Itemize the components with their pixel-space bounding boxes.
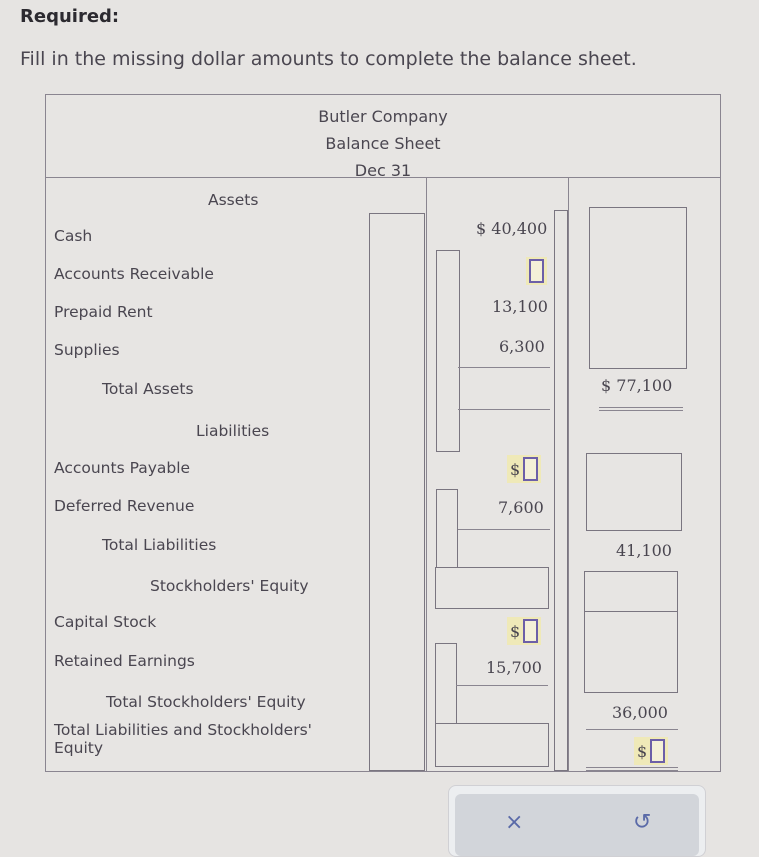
- total-assets-value: $ 77,100: [601, 376, 673, 395]
- section-assets: Assets: [208, 191, 259, 209]
- cash-label: Cash: [54, 227, 93, 245]
- total-rule: [586, 729, 678, 730]
- column-frame: [369, 213, 425, 771]
- sheet-date: Dec 31: [354, 161, 412, 180]
- capital-stock-input[interactable]: [523, 619, 539, 643]
- total-liabilities-label: Total Liabilities: [102, 536, 217, 554]
- prepaid-rent-label: Prepaid Rent: [54, 303, 153, 321]
- total-equity-label: Total Stockholders' Equity: [106, 693, 306, 711]
- supplies-value: 6,300: [499, 337, 545, 356]
- action-bar-inner: × ↺: [455, 794, 699, 856]
- retained-earnings-label: Retained Earnings: [54, 652, 195, 670]
- column-frame: [554, 210, 568, 771]
- total-assets-label: Total Assets: [102, 380, 194, 398]
- clear-icon[interactable]: ×: [505, 810, 523, 835]
- double-rule: [586, 767, 678, 771]
- bracket-frame: [436, 250, 460, 452]
- subtotal-rule: [458, 409, 550, 410]
- capital-stock-input-wrap[interactable]: $: [507, 617, 542, 645]
- sheet-title: Balance Sheet: [325, 134, 441, 153]
- row-frame: [435, 723, 549, 767]
- subtotal-rule: [458, 367, 550, 368]
- total-equity-value: 36,000: [612, 703, 668, 722]
- subtotal-rule: [456, 685, 548, 686]
- row-frame: [584, 611, 678, 693]
- balance-sheet-table: Butler Company Balance Sheet Dec 31 Asse…: [45, 94, 721, 772]
- instruction-text: Fill in the missing dollar amounts to co…: [20, 48, 637, 70]
- double-rule: [599, 407, 683, 411]
- required-heading: Required:: [20, 6, 120, 27]
- supplies-label: Supplies: [54, 341, 120, 359]
- capital-stock-label: Capital Stock: [54, 613, 157, 631]
- liabilities-total-frame: [586, 453, 682, 531]
- row-frame: [584, 571, 678, 613]
- accounts-receivable-label: Accounts Receivable: [54, 265, 214, 283]
- deferred-revenue-value: 7,600: [498, 498, 544, 517]
- column-divider: [426, 177, 427, 771]
- company-name: Butler Company: [318, 107, 448, 126]
- accounts-receivable-input-wrap[interactable]: [526, 257, 547, 285]
- reset-icon[interactable]: ↺: [633, 810, 651, 835]
- sheet-header: Butler Company Balance Sheet Dec 31: [46, 95, 720, 180]
- accounts-payable-input-wrap[interactable]: $: [507, 455, 542, 483]
- bracket-frame: [435, 643, 457, 725]
- grand-total-input[interactable]: [650, 739, 666, 763]
- cash-value: $ 40,400: [476, 219, 548, 238]
- accounts-payable-label: Accounts Payable: [54, 459, 191, 477]
- section-equity: Stockholders' Equity: [150, 577, 309, 595]
- retained-earnings-value: 15,700: [486, 658, 542, 677]
- dollar-sign: $: [510, 621, 521, 641]
- row-frame: [435, 567, 549, 609]
- grand-total-label: Total Liabilities and Stockholders' Equi…: [54, 721, 312, 757]
- dollar-sign: $: [637, 741, 648, 761]
- dollar-sign: $: [510, 459, 521, 479]
- deferred-revenue-label: Deferred Revenue: [54, 497, 195, 515]
- total-liabilities-value: 41,100: [616, 541, 672, 560]
- grand-total-input-wrap[interactable]: $: [634, 737, 669, 765]
- action-bar: × ↺: [448, 785, 706, 857]
- prepaid-rent-value: 13,100: [492, 297, 548, 316]
- bracket-frame: [436, 489, 458, 569]
- subtotal-rule: [458, 529, 550, 530]
- assets-total-frame: [589, 207, 687, 369]
- section-liabilities: Liabilities: [196, 422, 270, 440]
- accounts-receivable-input[interactable]: [529, 259, 544, 283]
- accounts-payable-input[interactable]: [523, 457, 539, 481]
- column-divider: [568, 177, 569, 771]
